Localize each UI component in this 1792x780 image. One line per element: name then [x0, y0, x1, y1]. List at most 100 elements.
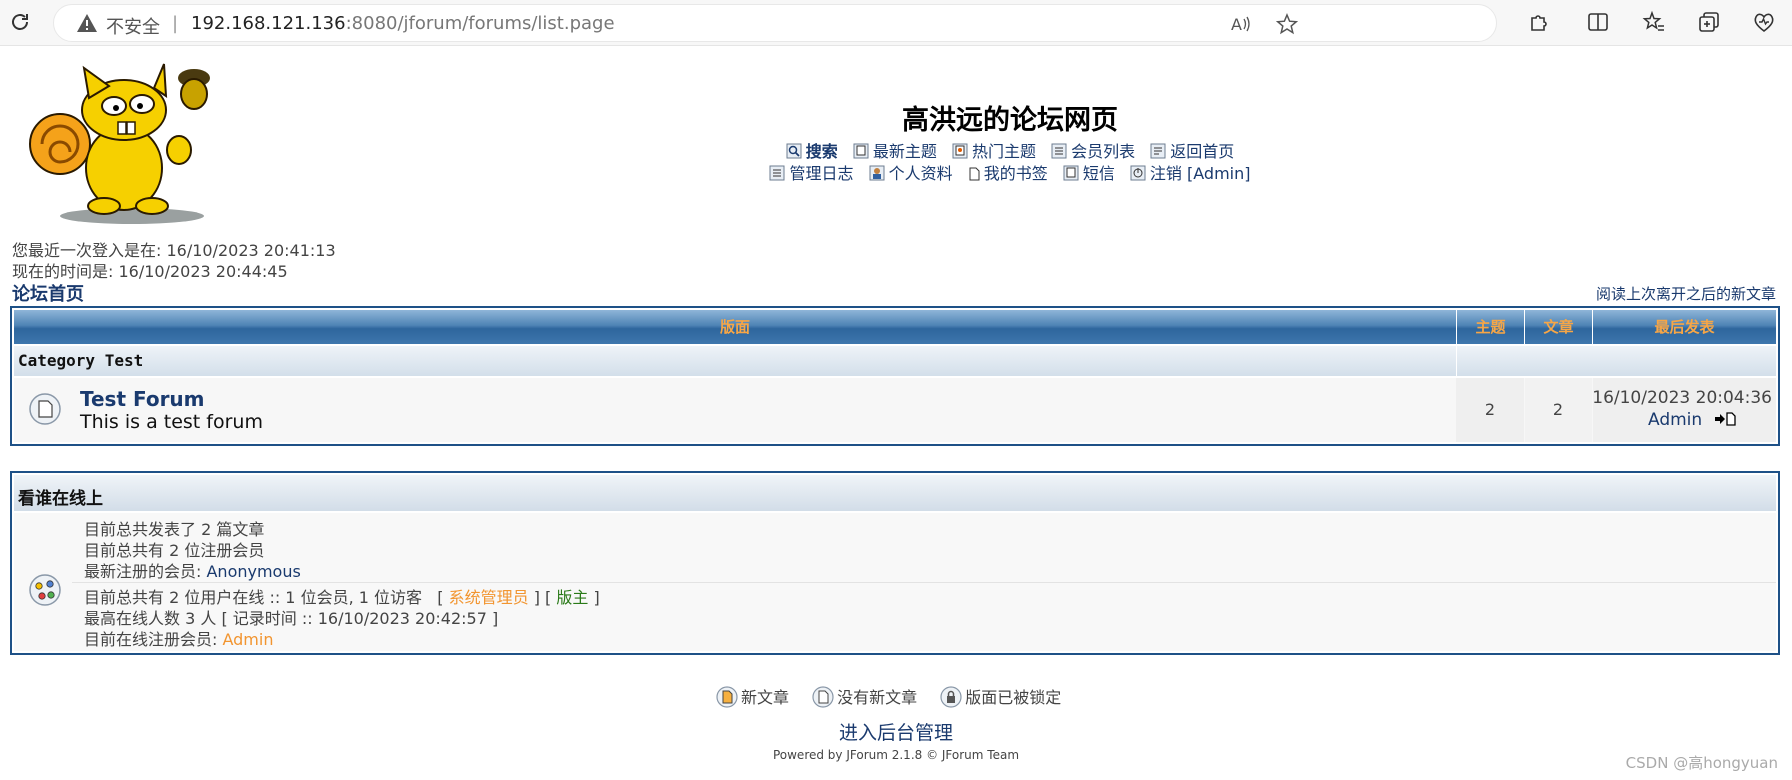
- nav-profile[interactable]: 个人资料: [869, 160, 953, 184]
- forum-topic-count: 2: [1484, 400, 1496, 419]
- nav-home-label: 返回首页: [1170, 142, 1235, 161]
- extensions-icon[interactable]: [1527, 10, 1551, 34]
- hot-topics-icon: [952, 143, 968, 159]
- newest-member-label: 最新注册的会员:: [84, 562, 207, 581]
- legend-locked: 版面已被锁定: [940, 684, 1061, 708]
- profile-icon: [869, 165, 885, 181]
- current-time-text: 现在的时间是: 16/10/2023 20:44:45: [12, 262, 288, 281]
- role-moderator: 版主: [556, 588, 589, 607]
- forum-description: This is a test forum: [80, 411, 263, 433]
- url-host: 192.168.121.136: [191, 13, 346, 34]
- header-forum: 版面: [719, 318, 750, 336]
- whos-online-panel: 看谁在线上 目前总共发表了 2 篇文章 目前总共有 2 位注册会员 最新注册的会…: [10, 471, 1780, 655]
- legend-no-new-posts-label: 没有新文章: [837, 688, 918, 707]
- total-users-text: 目前总共有 2 位注册会员: [84, 541, 265, 560]
- csdn-watermark: CSDN @高hongyuan: [1625, 754, 1778, 772]
- role-end: ]: [588, 588, 600, 607]
- svg-text:A: A: [1231, 15, 1242, 34]
- last-post-date: 16/10/2023 20:04:36: [1592, 388, 1772, 408]
- new-posts-link[interactable]: 阅读上次离开之后的新文章: [1596, 283, 1776, 304]
- whos-online-title: 看谁在线上: [18, 489, 103, 509]
- registered-online-label: 目前在线注册会员:: [84, 630, 223, 649]
- record-users-text: 最高在线人数 3 人 [ 记录时间 :: 16/10/2023 20:42:57…: [84, 609, 499, 628]
- search-icon: [786, 143, 802, 159]
- security-label[interactable]: 不安全: [106, 13, 160, 39]
- online-count-line: 目前总共有 2 位用户在线 :: 1 位会员, 1 位访客 [ 系统管理员 ] …: [84, 587, 600, 608]
- nav-logout[interactable]: 注销 [Admin]: [1130, 160, 1251, 184]
- online-count-text: 目前总共有 2 位用户在线 :: 1 位会员, 1 位访客 [: [84, 588, 449, 607]
- favorite-star-icon[interactable]: [1276, 13, 1298, 35]
- whos-online-header: 看谁在线上: [14, 475, 1776, 511]
- warning-icon[interactable]: [76, 13, 98, 33]
- url-path: :8080/jforum/forums/list.page: [345, 13, 615, 34]
- breadcrumb-forum-index[interactable]: 论坛首页: [12, 280, 84, 306]
- nav-private-messages-label: 短信: [1082, 164, 1115, 183]
- category-row: Category Test: [14, 346, 1776, 376]
- read-aloud-icon[interactable]: A: [1230, 13, 1252, 35]
- nav-logout-label: 注销 [Admin]: [1149, 164, 1251, 183]
- member-list-icon: [1051, 143, 1067, 159]
- admin-panel-link[interactable]: 进入后台管理: [0, 718, 1792, 745]
- locked-forum-icon: [940, 686, 962, 708]
- nav-moderation-log-label: 管理日志: [789, 164, 854, 183]
- nav-private-messages[interactable]: 短信: [1063, 160, 1115, 184]
- jforum-squirrel-logo[interactable]: [14, 58, 210, 224]
- legend-new-posts-label: 新文章: [741, 688, 790, 707]
- role-administrator: 系统管理员: [448, 588, 529, 607]
- nav-hot-topics[interactable]: 热门主题: [952, 138, 1036, 162]
- legend-no-new-posts: 没有新文章: [812, 684, 917, 708]
- address-separator: |: [172, 13, 179, 34]
- no-new-posts-icon: [812, 686, 834, 708]
- legend-new-posts: 新文章: [716, 684, 789, 708]
- go-to-last-post-icon[interactable]: [1714, 412, 1736, 426]
- nav-moderation-log[interactable]: 管理日志: [769, 160, 854, 184]
- nav-member-list-label: 会员列表: [1071, 142, 1136, 161]
- reload-icon[interactable]: [8, 10, 32, 34]
- nav-recent-topics-label: 最新主题: [872, 142, 937, 161]
- favorites-icon[interactable]: [1642, 10, 1666, 34]
- nav-search[interactable]: 搜索: [786, 138, 838, 162]
- collections-icon[interactable]: [1697, 10, 1721, 34]
- browser-essentials-icon[interactable]: [1752, 10, 1776, 34]
- nav-bookmarks[interactable]: 我的书签: [968, 160, 1048, 184]
- new-posts-icon: [716, 686, 738, 708]
- online-separator: [72, 582, 1776, 583]
- header-last-post: 最后发表: [1592, 310, 1776, 344]
- forum-row: Test Forum This is a test forum 2 2 16/1…: [14, 378, 1776, 442]
- whos-online-body: 目前总共发表了 2 篇文章 目前总共有 2 位注册会员 最新注册的会员: Ano…: [14, 513, 1776, 651]
- category-divider: [1456, 346, 1457, 376]
- nav-bookmarks-label: 我的书签: [983, 164, 1048, 183]
- address-bar[interactable]: 不安全 | 192.168.121.136:8080/jforum/forums…: [53, 4, 1497, 42]
- newest-member-link[interactable]: Anonymous: [206, 562, 300, 581]
- nav-member-list[interactable]: 会员列表: [1051, 138, 1135, 162]
- header-posts: 文章: [1524, 310, 1592, 344]
- nav-recent-topics[interactable]: 最新主题: [853, 138, 937, 162]
- last-post-author[interactable]: Admin: [1648, 410, 1702, 430]
- recent-topics-icon: [853, 143, 869, 159]
- bookmark-icon: [969, 167, 980, 181]
- forum-table-header: 版面 主题 文章 最后发表: [14, 310, 1776, 344]
- nav-profile-label: 个人资料: [888, 164, 953, 183]
- nav-home[interactable]: 返回首页: [1150, 138, 1234, 162]
- nav-search-label: 搜索: [805, 142, 838, 161]
- forum-name-link[interactable]: Test Forum: [80, 387, 205, 411]
- nav-hot-topics-label: 热门主题: [971, 142, 1036, 161]
- main-nav-row-1: 搜索 最新主题 热门主题 会员列表 返回首页: [610, 138, 1410, 162]
- split-screen-icon[interactable]: [1586, 10, 1610, 34]
- category-name[interactable]: Category Test: [18, 351, 143, 370]
- total-posts-text: 目前总共发表了 2 篇文章: [84, 520, 265, 539]
- forum-icon-legend: 新文章 没有新文章 版面已被锁定: [716, 684, 1079, 708]
- registered-online-user[interactable]: Admin: [222, 630, 273, 649]
- online-stats-icon: [29, 574, 61, 606]
- browser-toolbar: 不安全 | 192.168.121.136:8080/jforum/forums…: [0, 0, 1792, 46]
- main-nav-row-2: 管理日志 个人资料 我的书签 短信 注销 [Admin]: [610, 160, 1410, 184]
- powered-by-text: Powered by JForum 2.1.8 © JForum Team: [772, 748, 1020, 762]
- admin-panel-label[interactable]: 进入后台管理: [839, 722, 953, 744]
- online-stats-top: 目前总共发表了 2 篇文章 目前总共有 2 位注册会员 最新注册的会员: Ano…: [84, 519, 301, 582]
- legend-locked-label: 版面已被锁定: [965, 688, 1062, 707]
- site-title: 高洪远的论坛网页: [902, 105, 1118, 136]
- logout-icon: [1130, 165, 1146, 181]
- moderation-log-icon: [769, 165, 785, 181]
- registered-online-line: 目前在线注册会员: Admin: [84, 629, 600, 650]
- url-text[interactable]: 192.168.121.136:8080/jforum/forums/list.…: [191, 13, 615, 34]
